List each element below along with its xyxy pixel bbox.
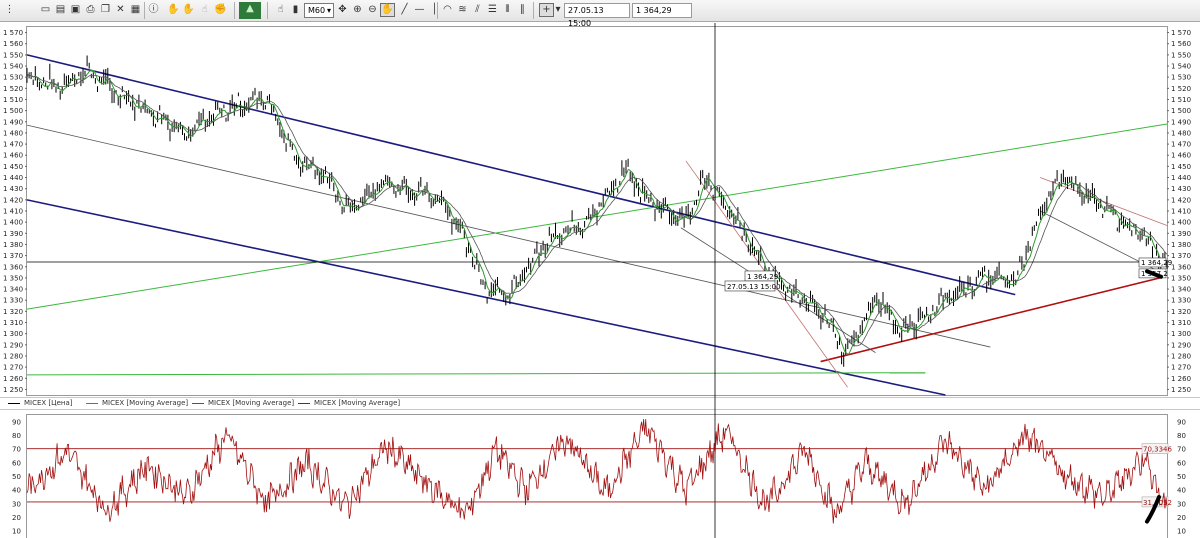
price-tick-right-6: 1 510 (1171, 96, 1191, 104)
price-tick-left-18: 1 390 (3, 230, 23, 238)
price-tick-left-19: 1 380 (3, 241, 23, 249)
price-tick-right-10: 1 470 (1171, 141, 1191, 149)
price-tick-right-14: 1 430 (1171, 185, 1191, 193)
osc-tick-left-7: 20 (12, 514, 21, 522)
price-tick-right-3: 1 540 (1171, 63, 1191, 71)
price-tick-right-0: 1 570 (1171, 29, 1191, 37)
osc-tick-right-3: 60 (1177, 459, 1186, 467)
price-tick-left-23: 1 340 (3, 286, 23, 294)
osc-tick-left-1: 80 (12, 432, 21, 440)
price-tick-left-12: 1 450 (3, 163, 23, 171)
price-tick-right-24: 1 330 (1171, 297, 1191, 305)
crosshair-price-label: 1 364,29 (747, 273, 778, 281)
osc-tick-right-5: 40 (1177, 487, 1186, 495)
price-tick-left-17: 1 400 (3, 219, 23, 227)
osc-tick-right-7: 20 (1177, 514, 1186, 522)
price-tick-right-17: 1 400 (1171, 219, 1191, 227)
chart-canvas: 1 570 1 570 1 560 1 560 1 550 1 550 1 540 1 540… (3, 23, 1191, 538)
osc-tick-right-6: 30 (1177, 500, 1186, 508)
price-tick-left-31: 1 260 (3, 375, 23, 383)
price-tick-left-9: 1 480 (3, 129, 23, 137)
osc-tick-left-6: 30 (12, 500, 21, 508)
price-tick-right-9: 1 480 (1171, 129, 1191, 137)
price-tick-right-12: 1 450 (1171, 163, 1191, 171)
trend-line-channel-lower (26, 199, 946, 396)
osc-tick-left-5: 40 (12, 487, 21, 495)
osc-tick-right-0: 90 (1177, 418, 1186, 426)
price-tick-left-27: 1 300 (3, 330, 23, 338)
price-tick-right-19: 1 380 (1171, 241, 1191, 249)
price-tick-right-27: 1 300 (1171, 330, 1191, 338)
price-tick-left-16: 1 410 (3, 208, 23, 216)
price-tick-right-5: 1 520 (1171, 85, 1191, 93)
price-tick-left-3: 1 540 (3, 63, 23, 71)
price-tick-left-26: 1 310 (3, 319, 23, 327)
price-tick-right-32: 1 250 (1171, 386, 1191, 394)
price-tick-right-11: 1 460 (1171, 152, 1191, 160)
price-tick-left-22: 1 350 (3, 274, 23, 282)
price-tick-right-23: 1 340 (1171, 286, 1191, 294)
price-tick-right-30: 1 270 (1171, 364, 1191, 372)
price-tick-left-15: 1 420 (3, 196, 23, 204)
osc-tick-right-1: 80 (1177, 432, 1186, 440)
price-tick-left-1: 1 560 (3, 40, 23, 48)
price-tick-right-28: 1 290 (1171, 341, 1191, 349)
price-tick-left-2: 1 550 (3, 51, 23, 59)
trend-line-channel-upper (26, 54, 1016, 296)
osc-tick-right-2: 70 (1177, 446, 1186, 454)
osc-tick-right-8: 10 (1177, 528, 1186, 536)
price-series (26, 55, 1168, 367)
price-tick-right-16: 1 410 (1171, 208, 1191, 216)
price-tick-left-30: 1 270 (3, 364, 23, 372)
osc-tick-left-0: 90 (12, 418, 21, 426)
price-tick-left-11: 1 460 (3, 152, 23, 160)
price-tick-right-22: 1 350 (1171, 274, 1191, 282)
trend-line-flat-green (26, 372, 926, 376)
price-tick-left-13: 1 440 (3, 174, 23, 182)
price-tick-left-29: 1 280 (3, 352, 23, 360)
last-price-label-0: 1 364,29 (1141, 259, 1172, 267)
price-tick-left-5: 1 520 (3, 85, 23, 93)
price-tick-right-20: 1 370 (1171, 252, 1191, 260)
price-tick-left-20: 1 370 (3, 252, 23, 260)
price-tick-left-10: 1 470 (3, 141, 23, 149)
price-tick-left-14: 1 430 (3, 185, 23, 193)
price-tick-left-6: 1 510 (3, 96, 23, 104)
price-tick-right-8: 1 490 (1171, 118, 1191, 126)
crosshair-time-label: 27.05.13 15:00 (727, 283, 781, 291)
price-tick-right-26: 1 310 (1171, 319, 1191, 327)
price-tick-left-8: 1 490 (3, 118, 23, 126)
osc-tick-left-2: 70 (12, 446, 21, 454)
osc-tick-left-4: 50 (12, 473, 21, 481)
price-tick-right-18: 1 390 (1171, 230, 1191, 238)
price-tick-left-25: 1 320 (3, 308, 23, 316)
price-tick-left-7: 1 500 (3, 107, 23, 115)
osc-tick-left-3: 60 (12, 459, 21, 467)
price-tick-right-15: 1 420 (1171, 196, 1191, 204)
price-tick-right-31: 1 260 (1171, 375, 1191, 383)
price-tick-right-29: 1 280 (1171, 352, 1191, 360)
price-tick-left-24: 1 330 (3, 297, 23, 305)
price-tick-right-2: 1 550 (1171, 51, 1191, 59)
trend-line-mid-line (26, 124, 991, 348)
price-tick-right-4: 1 530 (1171, 74, 1191, 82)
price-tick-left-0: 1 570 (3, 29, 23, 37)
price-tick-right-25: 1 320 (1171, 308, 1191, 316)
oscillator-axis-ticks: 90 90 80 80 70 70 60 60 50 50 40 40 30 30 20 20 10 10 (12, 418, 1186, 535)
price-tick-right-21: 1 360 (1171, 263, 1191, 271)
osc-tick-left-8: 10 (12, 528, 21, 536)
price-tick-right-7: 1 500 (1171, 107, 1191, 115)
price-tick-left-32: 1 250 (3, 386, 23, 394)
price-tick-right-13: 1 440 (1171, 174, 1191, 182)
price-tick-right-1: 1 560 (1171, 40, 1191, 48)
rsi-series (26, 419, 1168, 524)
osc-tick-right-4: 50 (1177, 473, 1186, 481)
price-tick-left-28: 1 290 (3, 341, 23, 349)
price-tick-left-4: 1 530 (3, 74, 23, 82)
price-tick-left-21: 1 360 (3, 263, 23, 271)
